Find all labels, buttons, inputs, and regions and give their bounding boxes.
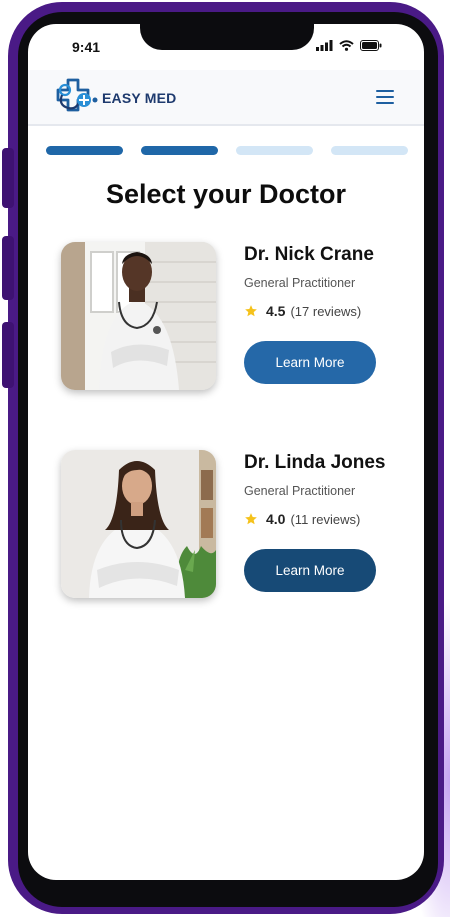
learn-more-button[interactable]: Learn More [244, 341, 376, 384]
menu-icon[interactable] [376, 90, 394, 104]
signal-icon [316, 40, 333, 51]
doctor-info: Dr. Linda Jones General Practitioner 4.0… [244, 452, 385, 592]
step-progress [46, 146, 408, 155]
status-icons [316, 40, 382, 51]
progress-step [141, 146, 218, 155]
review-count: (17 reviews) [290, 303, 362, 319]
phone-side-button [2, 148, 14, 208]
app-screen: 9:41 EASY MED Select your Doctor Dr. Nic… [28, 24, 424, 880]
review-count: (11 reviews) [290, 511, 361, 527]
status-time: 9:41 [72, 39, 101, 55]
doctor-rating: 4.5 (17 reviews) [244, 303, 376, 319]
doctor-name: Dr. Nick Crane [244, 244, 374, 265]
page-title: Select your Doctor [105, 179, 347, 209]
rating-score: 4.5 [266, 303, 286, 319]
doctor-specialty: General Practitioner [244, 276, 356, 290]
doctor-photo [61, 450, 216, 598]
progress-step [46, 146, 123, 155]
brand-logo[interactable]: EASY MED [54, 78, 176, 118]
rating-score: 4.0 [266, 511, 286, 527]
notch [140, 24, 314, 50]
progress-step [331, 146, 408, 155]
star-icon [245, 305, 257, 317]
doctor-info: Dr. Nick Crane General Practitioner 4.5 … [244, 244, 376, 384]
app-header: EASY MED [28, 70, 424, 126]
doctor-name: Dr. Linda Jones [244, 452, 386, 473]
battery-icon [360, 40, 382, 51]
doctor-card[interactable]: Dr. Linda Jones General Practitioner 4.0… [61, 450, 401, 600]
doctor-card[interactable]: Dr. Nick Crane General Practitioner 4.5 … [61, 242, 401, 392]
logo-icon [56, 78, 98, 112]
doctor-specialty: General Practitioner [244, 484, 356, 498]
star-icon [245, 513, 257, 525]
doctor-rating: 4.0 (11 reviews) [244, 511, 385, 527]
doctor-photo [61, 242, 216, 390]
brand-name: EASY MED [102, 90, 177, 106]
progress-step [236, 146, 313, 155]
wifi-icon [339, 40, 354, 51]
phone-side-button [2, 236, 14, 300]
phone-side-button [2, 322, 14, 388]
learn-more-button[interactable]: Learn More [244, 549, 376, 592]
